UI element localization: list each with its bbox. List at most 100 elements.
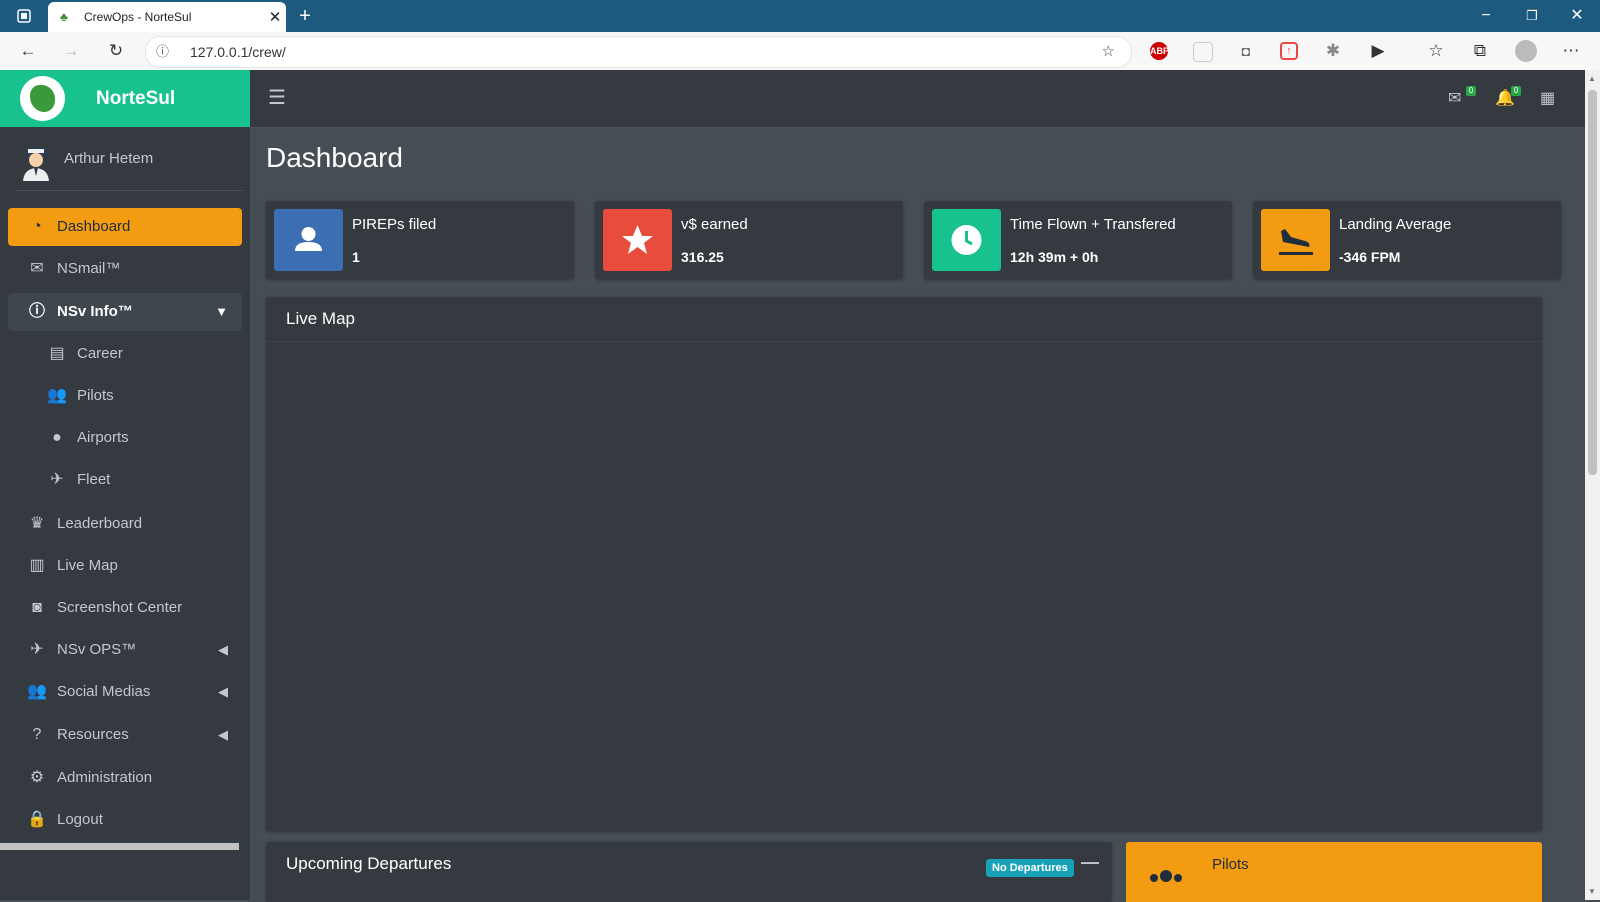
upload-extension-icon[interactable]: ↑ xyxy=(1280,42,1298,60)
sidebar-item-label: NSmail™ xyxy=(57,260,121,277)
forward-icon[interactable]: → xyxy=(57,32,85,70)
pin-extension-icon[interactable]: ✱ xyxy=(1319,32,1347,70)
sidebar-item-label: NSv OPS™ xyxy=(57,641,137,658)
sidebar-item-label: Screenshot Center xyxy=(57,599,183,616)
stat-title: v$ earned xyxy=(681,216,748,233)
question-circle-icon: ? xyxy=(32,726,42,743)
more-menu-icon[interactable]: ⋯ xyxy=(1557,32,1585,70)
sidebar-item-logout[interactable]: 🔒 Logout xyxy=(8,801,242,839)
chevron-left-icon: ◀ xyxy=(218,684,228,699)
brand-logo-icon xyxy=(20,76,65,121)
reload-icon[interactable]: ↻ xyxy=(102,32,130,70)
sidebar-item-label: Pilots xyxy=(77,387,114,404)
sidebar-scrollbar[interactable] xyxy=(0,843,239,850)
page-title: Dashboard xyxy=(266,142,403,173)
extension-grid-icon[interactable] xyxy=(1193,42,1213,62)
bell-icon[interactable]: 🔔 xyxy=(1495,70,1515,127)
window-close-icon[interactable]: ✕ xyxy=(1563,0,1591,32)
tachometer-icon: ◔ xyxy=(32,218,42,235)
live-map-card: Live Map xyxy=(266,297,1542,831)
mail-badge: 0 xyxy=(1466,86,1476,96)
tab-close-icon[interactable]: ✕ xyxy=(264,8,286,26)
plane-arrival-icon xyxy=(1261,209,1330,271)
sidebar-item-label: Administration xyxy=(57,769,153,786)
browser-tab[interactable]: ♣ CrewOps - NorteSul ✕ xyxy=(48,2,286,32)
sidebar-item-label: Social Medias xyxy=(57,683,151,700)
mail-icon[interactable]: ✉ xyxy=(1448,70,1461,127)
scroll-up-icon[interactable]: ▲ xyxy=(1588,74,1596,83)
camera-icon: ◙ xyxy=(32,599,42,616)
card-header: Live Map xyxy=(266,297,1542,342)
sidebar-item-label: Airports xyxy=(77,429,129,446)
grid-layout-icon[interactable]: ▦ xyxy=(1540,70,1555,127)
no-departures-badge: No Departures xyxy=(986,859,1074,877)
sidebar-item-screenshot-center[interactable]: ◙ Screenshot Center xyxy=(8,589,242,627)
live-map-area[interactable] xyxy=(266,342,1542,831)
adblock-icon[interactable]: ABP xyxy=(1150,42,1169,60)
chevron-left-icon: ◀ xyxy=(218,642,228,657)
user-panel[interactable]: Arthur Hetem xyxy=(15,137,243,191)
sidebar-item-social-medias[interactable]: 👥 Social Medias ◀ xyxy=(8,673,242,711)
sidebar-item-resources[interactable]: ? Resources ◀ xyxy=(8,716,242,754)
chevron-left-icon: ◀ xyxy=(218,727,228,742)
minimize-icon[interactable]: − xyxy=(1472,0,1500,32)
scroll-down-icon[interactable]: ▼ xyxy=(1588,887,1596,896)
url-text: 127.0.0.1/crew/ xyxy=(190,44,286,60)
users-icon xyxy=(1150,870,1182,882)
trophy-icon: ♛ xyxy=(29,515,45,532)
play-extension-icon[interactable]: ▶ xyxy=(1364,32,1392,70)
stat-title: Time Flown + Transfered xyxy=(1010,216,1176,233)
sidebar-item-live-map[interactable]: ▥ Live Map xyxy=(8,547,242,585)
favorites-icon[interactable]: ☆ xyxy=(1422,32,1450,70)
upcoming-departures-card: Upcoming Departures No Departures — xyxy=(266,842,1112,902)
pilot-avatar-icon xyxy=(23,147,49,181)
site-info-icon[interactable]: ⓘ xyxy=(156,37,169,67)
user-name: Arthur Hetem xyxy=(64,150,154,167)
sidebar-item-leaderboard[interactable]: ♛ Leaderboard xyxy=(8,505,242,543)
page-scrollbar[interactable]: ▲ ▼ xyxy=(1585,70,1600,900)
stat-box-landing-average: Landing Average -346 FPM xyxy=(1253,201,1561,279)
main-content: Dashboard PIREPs filed 1 v$ earned 316.2… xyxy=(250,128,1585,902)
sidebar-item-administration[interactable]: ⚙ Administration xyxy=(8,759,242,797)
stat-title: Landing Average xyxy=(1339,216,1452,233)
sidebar-item-label: Fleet xyxy=(77,471,111,488)
bell-badge: 0 xyxy=(1511,86,1521,96)
collapse-minus-icon[interactable]: — xyxy=(1081,852,1099,873)
sidebar-item-dashboard[interactable]: ◔ Dashboard xyxy=(8,208,242,246)
sidebar-item-nsv-info[interactable]: ⓘ NSv Info™ ▼ xyxy=(8,293,242,331)
plane-icon: ✈ xyxy=(50,471,64,488)
camera-extension-icon[interactable]: ◘ xyxy=(1232,32,1260,70)
scrollbar-thumb[interactable] xyxy=(1588,90,1597,475)
sidebar-item-airports[interactable]: ● Airports xyxy=(8,419,242,457)
sidebar-item-career[interactable]: ▤ Career xyxy=(8,335,242,373)
envelope-icon: ✉ xyxy=(30,260,44,277)
pilots-box-title: Pilots xyxy=(1212,856,1249,873)
users-icon: 👥 xyxy=(47,387,67,404)
profile-avatar-icon[interactable] xyxy=(1515,40,1537,62)
sidebar-item-nsv-ops[interactable]: ✈ NSv OPS™ ◀ xyxy=(8,631,242,669)
back-icon[interactable]: ← xyxy=(14,32,42,70)
card-title: Upcoming Departures xyxy=(286,854,452,873)
collections-icon[interactable]: ⧉ xyxy=(1466,32,1494,70)
brand-name: NorteSul xyxy=(96,88,176,109)
stat-title: PIREPs filed xyxy=(352,216,437,233)
stat-value: 12h 39m + 0h xyxy=(1010,249,1099,265)
sidebar-item-pilots[interactable]: 👥 Pilots xyxy=(8,377,242,415)
brand-header[interactable]: NorteSul xyxy=(0,70,250,127)
sidebar-item-label: Resources xyxy=(57,726,129,743)
address-bar[interactable]: ⓘ 127.0.0.1/crew/ ☆ xyxy=(145,36,1132,68)
new-tab-icon[interactable]: + xyxy=(292,0,318,32)
sidebar-item-label: Leaderboard xyxy=(57,515,143,532)
browser-nav-bar: ← → ↻ ⓘ 127.0.0.1/crew/ ☆ ABP ◘ ↑ ✱ ▶ ☆ … xyxy=(0,32,1600,71)
sidebar-item-label: Career xyxy=(77,345,123,362)
restore-icon[interactable]: ❐ xyxy=(1518,0,1546,32)
stat-value: 316.25 xyxy=(681,249,724,265)
tab-actions-icon[interactable] xyxy=(12,0,36,32)
cog-icon: ⚙ xyxy=(29,769,45,786)
hamburger-menu-icon[interactable]: ☰ xyxy=(268,70,286,127)
sidebar-item-nsmail[interactable]: ✉ NSmail™ xyxy=(8,250,242,288)
tab-favicon-icon: ♣ xyxy=(60,10,68,24)
favorite-star-icon[interactable]: ☆ xyxy=(1102,37,1115,67)
tab-title: CrewOps - NorteSul xyxy=(84,10,192,24)
sidebar-item-fleet[interactable]: ✈ Fleet xyxy=(8,461,242,499)
